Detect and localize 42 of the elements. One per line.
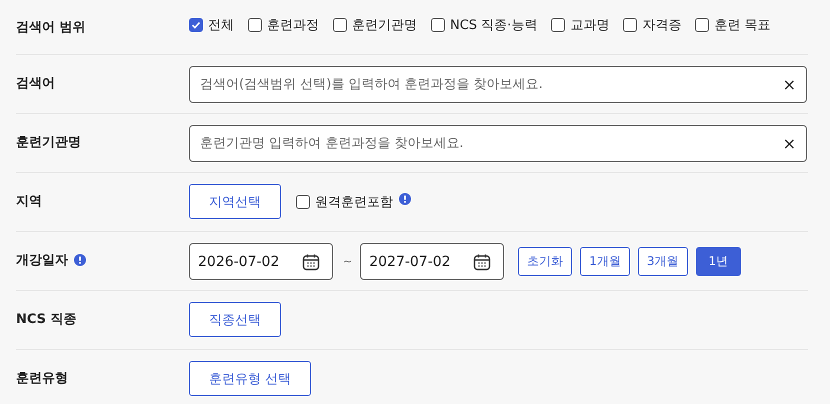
info-icon[interactable] — [74, 254, 86, 266]
region-select-button[interactable]: 지역선택 — [189, 184, 281, 219]
check-icon — [190, 19, 202, 31]
calendar-icon[interactable] — [473, 252, 492, 270]
checkbox[interactable] — [248, 18, 262, 32]
date-field[interactable]: 2026-07-02 — [189, 243, 333, 280]
select-button[interactable]: 직종선택 — [189, 302, 281, 337]
field-label: 개강일자 — [16, 252, 68, 269]
checkbox[interactable] — [431, 18, 445, 32]
date-field[interactable]: 2027-07-02 — [360, 243, 504, 280]
clear-button[interactable]: × — [782, 75, 796, 94]
range-separator: ~ — [343, 255, 352, 268]
field-label: 훈련유형 — [16, 370, 68, 387]
search-field[interactable]: 검색어(검색범위 선택)를 입력하여 훈련과정을 찾아보세요. × — [189, 66, 807, 103]
checkbox-label[interactable]: 자격증 — [642, 16, 682, 34]
checkbox-label[interactable]: NCS 직종·능력 — [450, 16, 538, 34]
checkbox-label[interactable]: 훈련과정 — [267, 16, 319, 34]
calendar-icon[interactable] — [302, 252, 320, 270]
field-label: NCS 직종 — [16, 311, 77, 328]
select-button[interactable]: 훈련유형 선택 — [189, 361, 312, 396]
checkbox-label[interactable]: 교과명 — [570, 16, 610, 34]
period-button[interactable]: 초기화 — [518, 247, 572, 276]
search-field[interactable]: 훈련기관명 입력하여 훈련과정을 찾아보세요. × — [189, 125, 807, 162]
clear-button[interactable]: × — [782, 134, 796, 153]
checkbox[interactable] — [189, 18, 203, 32]
period-button[interactable]: 3개월 — [638, 247, 688, 276]
info-icon[interactable] — [399, 192, 411, 204]
field-label: 훈련기관명 — [16, 134, 81, 151]
period-button[interactable]: 1개월 — [580, 247, 630, 276]
checkbox[interactable] — [333, 18, 347, 32]
checkbox[interactable] — [623, 18, 638, 32]
period-button[interactable]: 1년 — [696, 247, 742, 276]
checkbox-label[interactable]: 훈련기관명 — [352, 16, 417, 34]
checkbox-label[interactable]: 전체 — [208, 16, 234, 34]
checkbox[interactable] — [551, 18, 566, 32]
field-label: 검색어 — [16, 75, 55, 92]
checkbox[interactable] — [296, 194, 310, 208]
field-label: 지역 — [16, 193, 42, 210]
field-label: 검색어 범위 — [16, 19, 86, 36]
checkbox[interactable] — [695, 18, 710, 32]
checkbox-label[interactable]: 훈련 목표 — [714, 16, 770, 34]
checkbox-label[interactable]: 원격훈련포함 — [315, 192, 393, 210]
